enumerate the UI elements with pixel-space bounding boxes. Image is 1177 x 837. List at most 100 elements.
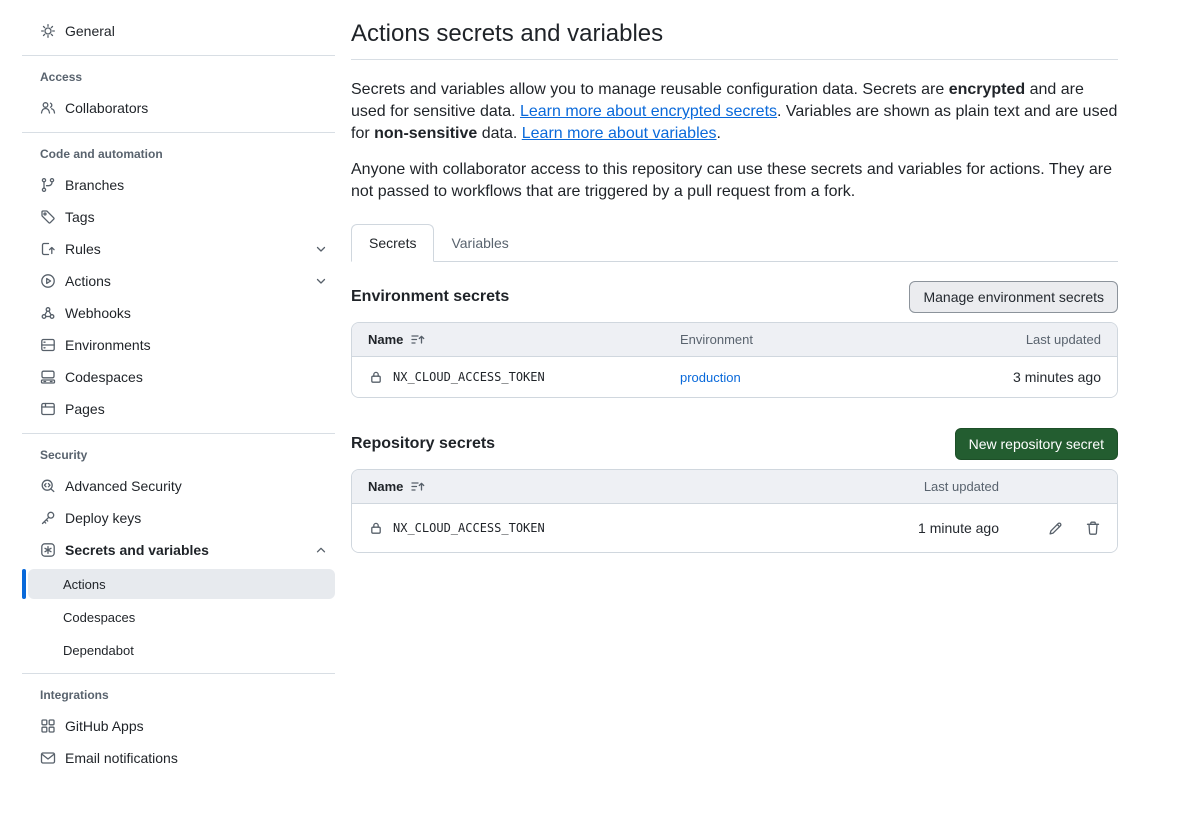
chevron-down-icon — [313, 273, 329, 289]
environment-secret-row: NX_CLOUD_ACCESS_TOKEN production 3 minut… — [352, 357, 1117, 397]
secret-name: NX_CLOUD_ACCESS_TOKEN — [393, 370, 545, 384]
code-scan-icon — [40, 478, 56, 494]
manage-environment-secrets-button[interactable]: Manage environment secrets — [909, 281, 1118, 313]
sidebar-section-integrations: Integrations — [22, 682, 335, 710]
environment-secrets-table: Name Environment Last updated NX_CLOUD_A… — [351, 322, 1118, 398]
sidebar-item-pages[interactable]: Pages — [22, 393, 335, 425]
sidebar-subitem-codespaces[interactable]: Codespaces — [28, 602, 335, 632]
codespaces-icon — [40, 369, 56, 385]
sidebar-divider — [22, 673, 335, 674]
delete-secret-button[interactable] — [1085, 520, 1101, 536]
sidebar-item-label: Secrets and variables — [65, 542, 209, 558]
intro-paragraph-1: Secrets and variables allow you to manag… — [351, 79, 1118, 145]
column-header-last-updated: Last updated — [879, 479, 999, 494]
lock-icon — [368, 521, 384, 535]
sidebar-item-secrets-and-variables[interactable]: Secrets and variables — [22, 534, 335, 566]
sidebar-subitem-dependabot[interactable]: Dependabot — [28, 635, 335, 665]
column-header-name[interactable]: Name — [368, 479, 867, 495]
sidebar-item-label: Branches — [65, 177, 124, 193]
apps-grid-icon — [40, 718, 56, 734]
key-icon — [40, 510, 56, 526]
column-header-label: Name — [368, 332, 403, 347]
sidebar-item-general[interactable]: General — [22, 15, 335, 47]
rules-icon — [40, 241, 56, 257]
sidebar-subitem-actions[interactable]: Actions — [28, 569, 335, 599]
server-icon — [40, 337, 56, 353]
repository-secrets-heading: Repository secrets — [351, 435, 495, 453]
column-header-last-updated: Last updated — [931, 332, 1101, 347]
tab-variables[interactable]: Variables — [434, 224, 525, 262]
column-header-label: Name — [368, 479, 403, 494]
environment-link[interactable]: production — [680, 370, 919, 385]
intro-bold-encrypted: encrypted — [949, 81, 1025, 98]
sidebar-section-code-automation: Code and automation — [22, 141, 335, 169]
sidebar-item-label: GitHub Apps — [65, 718, 144, 734]
sidebar-item-label: Rules — [65, 241, 101, 257]
last-updated-cell: 3 minutes ago — [931, 369, 1101, 385]
sidebar-section-security: Security — [22, 442, 335, 470]
secrets-variables-tabbar: Secrets Variables — [351, 224, 1118, 262]
sidebar-item-label: Tags — [65, 209, 95, 225]
sidebar-item-github-apps[interactable]: GitHub Apps — [22, 710, 335, 742]
repository-secret-row: NX_CLOUD_ACCESS_TOKEN 1 minute ago — [352, 504, 1117, 552]
sidebar-item-deploy-keys[interactable]: Deploy keys — [22, 502, 335, 534]
sidebar-item-rules[interactable]: Rules — [22, 233, 335, 265]
intro-bold-non-sensitive: non-sensitive — [374, 125, 477, 142]
sidebar-item-environments[interactable]: Environments — [22, 329, 335, 361]
webhook-icon — [40, 305, 56, 321]
browser-icon — [40, 401, 56, 417]
sidebar-subitem-label: Actions — [63, 577, 106, 592]
intro-text: data. — [477, 125, 521, 142]
sidebar-item-tags[interactable]: Tags — [22, 201, 335, 233]
link-learn-encrypted-secrets[interactable]: Learn more about encrypted secrets — [520, 103, 777, 120]
lock-icon — [368, 370, 384, 384]
sidebar-item-label: Advanced Security — [65, 478, 182, 494]
repository-secrets-table: Name Last updated NX_CLOUD_ACCESS_TOKEN … — [351, 469, 1118, 553]
sidebar-item-branches[interactable]: Branches — [22, 169, 335, 201]
environment-secrets-header: Environment secrets Manage environment s… — [351, 281, 1118, 313]
last-updated-cell: 1 minute ago — [879, 520, 999, 536]
sidebar-item-advanced-security[interactable]: Advanced Security — [22, 470, 335, 502]
settings-sidebar: General Access Collaborators Code and au… — [22, 0, 335, 774]
sidebar-item-label: Email notifications — [65, 750, 178, 766]
edit-secret-button[interactable] — [1048, 520, 1064, 536]
sidebar-item-label: Deploy keys — [65, 510, 141, 526]
settings-page: General Access Collaborators Code and au… — [0, 0, 1177, 837]
people-icon — [40, 100, 56, 116]
mail-icon — [40, 750, 56, 766]
chevron-up-icon — [313, 542, 329, 558]
title-divider — [351, 59, 1118, 60]
tab-secrets[interactable]: Secrets — [351, 224, 434, 262]
repository-secrets-header: Repository secrets New repository secret — [351, 428, 1118, 460]
chevron-down-icon — [313, 241, 329, 257]
environment-secrets-table-header: Name Environment Last updated — [352, 323, 1117, 357]
sidebar-item-actions[interactable]: Actions — [22, 265, 335, 297]
column-header-environment: Environment — [680, 332, 919, 347]
sidebar-item-label: Pages — [65, 401, 105, 417]
sort-ascending-icon — [410, 332, 426, 348]
intro-text: Secrets and variables allow you to manag… — [351, 81, 949, 98]
sidebar-subitem-label: Codespaces — [63, 610, 135, 625]
repository-secrets-table-header: Name Last updated — [352, 470, 1117, 504]
sidebar-item-label: Webhooks — [65, 305, 131, 321]
main-content: Actions secrets and variables Secrets an… — [351, 0, 1118, 553]
sidebar-item-email-notifications[interactable]: Email notifications — [22, 742, 335, 774]
sidebar-item-label: Actions — [65, 273, 111, 289]
page-title: Actions secrets and variables — [351, 20, 1118, 48]
sidebar-item-webhooks[interactable]: Webhooks — [22, 297, 335, 329]
sidebar-item-collaborators[interactable]: Collaborators — [22, 92, 335, 124]
secret-name-cell: NX_CLOUD_ACCESS_TOKEN — [368, 521, 867, 535]
intro-text: . — [717, 125, 721, 142]
sort-ascending-icon — [410, 479, 426, 495]
sidebar-item-codespaces[interactable]: Codespaces — [22, 361, 335, 393]
environment-secrets-heading: Environment secrets — [351, 288, 509, 306]
play-icon — [40, 273, 56, 289]
new-repository-secret-button[interactable]: New repository secret — [955, 428, 1118, 460]
column-header-name[interactable]: Name — [368, 332, 668, 348]
gear-icon — [40, 23, 56, 39]
link-learn-variables[interactable]: Learn more about variables — [522, 125, 717, 142]
tag-icon — [40, 209, 56, 225]
sidebar-divider — [22, 55, 335, 56]
intro-paragraph-2: Anyone with collaborator access to this … — [351, 159, 1118, 203]
sidebar-section-access: Access — [22, 64, 335, 92]
